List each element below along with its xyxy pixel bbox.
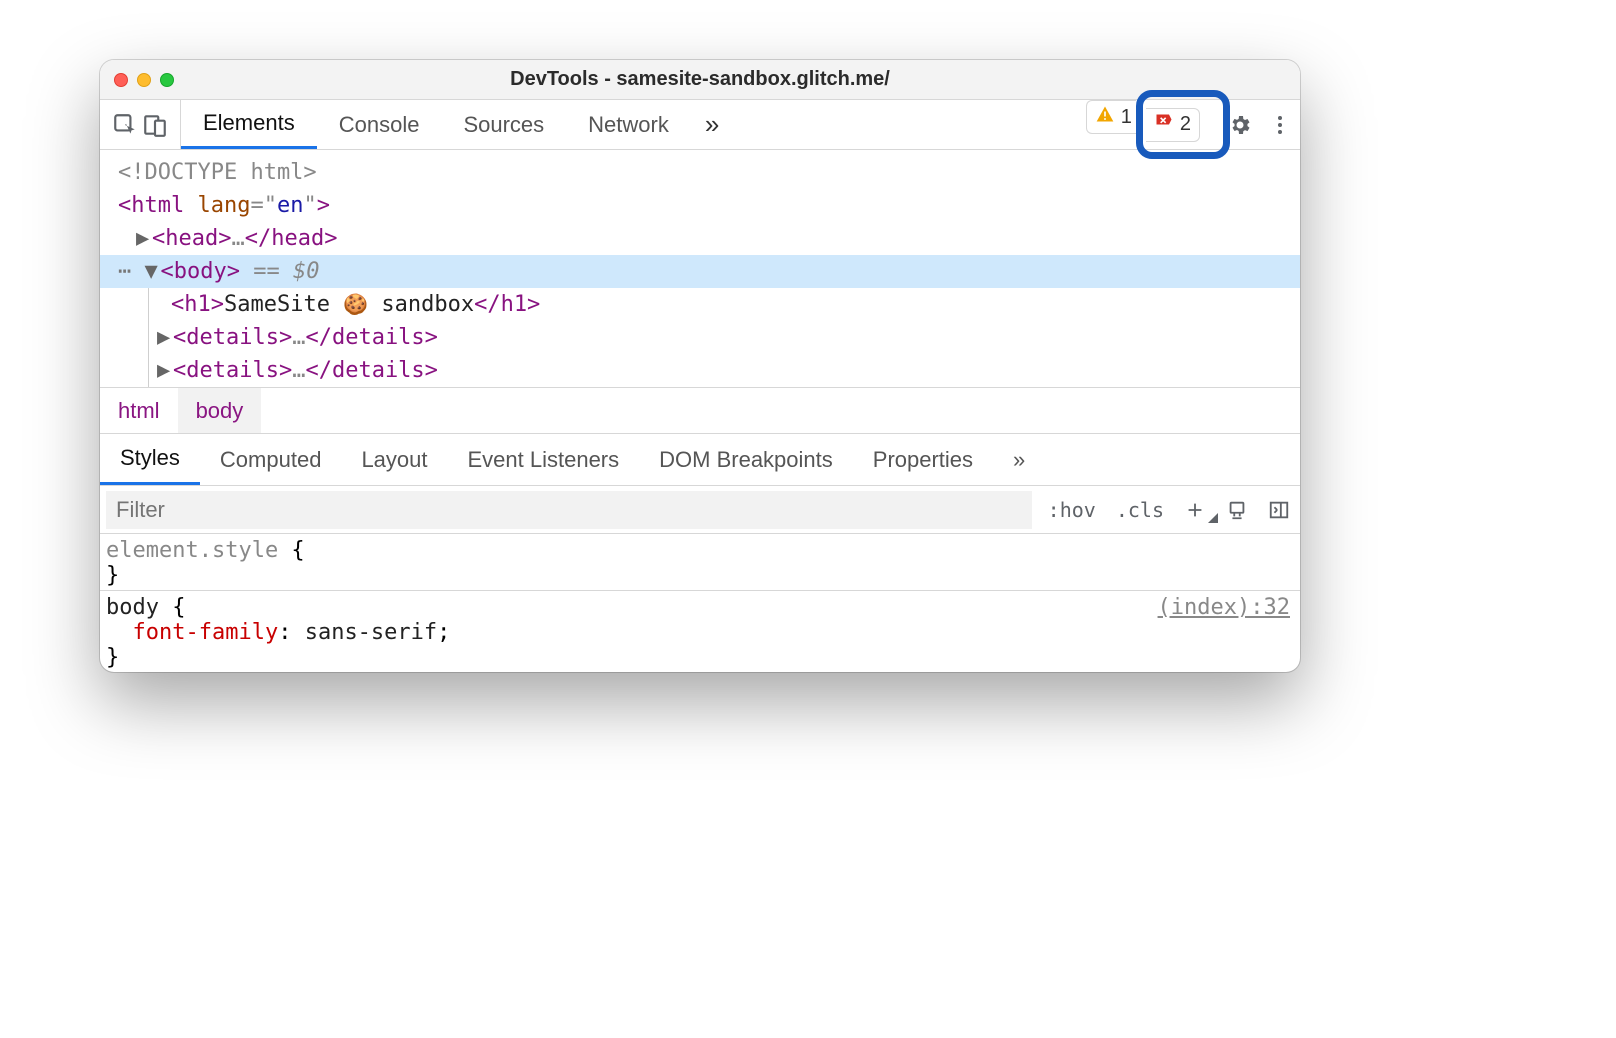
warnings-counter[interactable]: 1 (1086, 100, 1136, 134)
warning-icon (1095, 104, 1115, 130)
tab-network[interactable]: Network (566, 100, 691, 149)
hov-toggle[interactable]: :hov (1038, 498, 1106, 522)
main-toolbar: Elements Console Sources Network » 1 2 (100, 100, 1300, 150)
dom-html-open[interactable]: <html lang="en"> (118, 189, 1300, 222)
styles-pane: element.style { } (index):32 body { font… (100, 533, 1300, 672)
styles-subtabs: Styles Computed Layout Event Listeners D… (100, 433, 1300, 485)
subtab-properties[interactable]: Properties (853, 434, 993, 485)
titlebar: DevTools - samesite-sandbox.glitch.me/ (100, 60, 1300, 100)
cookie-emoji-icon: 🍪 (343, 292, 368, 316)
issues-counter[interactable]: 2 (1146, 108, 1200, 142)
panel-tabs: Elements Console Sources Network (181, 100, 691, 149)
issues-count: 2 (1180, 113, 1191, 136)
cls-toggle[interactable]: .cls (1106, 498, 1174, 522)
window-title: DevTools - samesite-sandbox.glitch.me/ (100, 68, 1300, 91)
device-toggle-icon[interactable] (142, 112, 168, 138)
crumb-body[interactable]: body (178, 388, 262, 433)
rule-body[interactable]: (index):32 body { font-family: sans-seri… (100, 590, 1300, 672)
dom-body-selected[interactable]: ⋯ ▼<body> == $0 (100, 255, 1300, 288)
subtab-layout[interactable]: Layout (341, 434, 447, 485)
error-flag-icon (1154, 112, 1174, 138)
dom-doctype[interactable]: <!DOCTYPE html> (118, 156, 1300, 189)
expand-arrow-icon[interactable]: ▶ (157, 354, 173, 387)
expand-arrow-icon[interactable]: ▶ (157, 321, 173, 354)
breadcrumb: html body (100, 387, 1300, 433)
subtab-more[interactable]: » (993, 434, 1045, 485)
tab-sources[interactable]: Sources (441, 100, 566, 149)
expand-arrow-icon[interactable]: ▶ (136, 222, 152, 255)
devtools-window: DevTools - samesite-sandbox.glitch.me/ E… (100, 60, 1300, 672)
collapse-arrow-icon[interactable]: ▼ (145, 255, 161, 288)
subtab-event-listeners[interactable]: Event Listeners (448, 434, 640, 485)
toggle-sidebar-button[interactable] (1258, 499, 1300, 521)
styles-filter-row: :hov .cls (100, 485, 1300, 533)
warnings-count: 1 (1121, 106, 1132, 129)
dom-h1[interactable]: <h1>SameSite 🍪 sandbox</h1> (157, 288, 1300, 321)
tab-console[interactable]: Console (317, 100, 442, 149)
rule-element-style[interactable]: element.style { } (100, 533, 1300, 590)
styles-filter-input[interactable] (106, 491, 1032, 529)
subtab-computed[interactable]: Computed (200, 434, 342, 485)
dom-details-1[interactable]: ▶<details>…</details> (157, 321, 1300, 354)
inspect-element-icon[interactable] (112, 112, 138, 138)
toggle-common-palette-button[interactable] (1216, 499, 1258, 521)
kebab-menu-button[interactable] (1260, 100, 1300, 149)
new-style-rule-button[interactable] (1174, 499, 1216, 521)
subtab-styles[interactable]: Styles (100, 434, 200, 485)
more-tabs-button[interactable]: » (691, 100, 733, 149)
dom-tree[interactable]: <!DOCTYPE html> <html lang="en"> ▶<head>… (100, 150, 1300, 387)
dom-head[interactable]: ▶<head>…</head> (118, 222, 1300, 255)
rule-source-link[interactable]: (index):32 (1158, 595, 1290, 620)
issues-highlight: 2 (1146, 100, 1220, 149)
tab-elements[interactable]: Elements (181, 100, 317, 149)
dom-details-2[interactable]: ▶<details>…</details> (157, 354, 1300, 387)
subtab-dom-breakpoints[interactable]: DOM Breakpoints (639, 434, 853, 485)
crumb-html[interactable]: html (100, 388, 178, 433)
settings-button[interactable] (1220, 100, 1260, 149)
